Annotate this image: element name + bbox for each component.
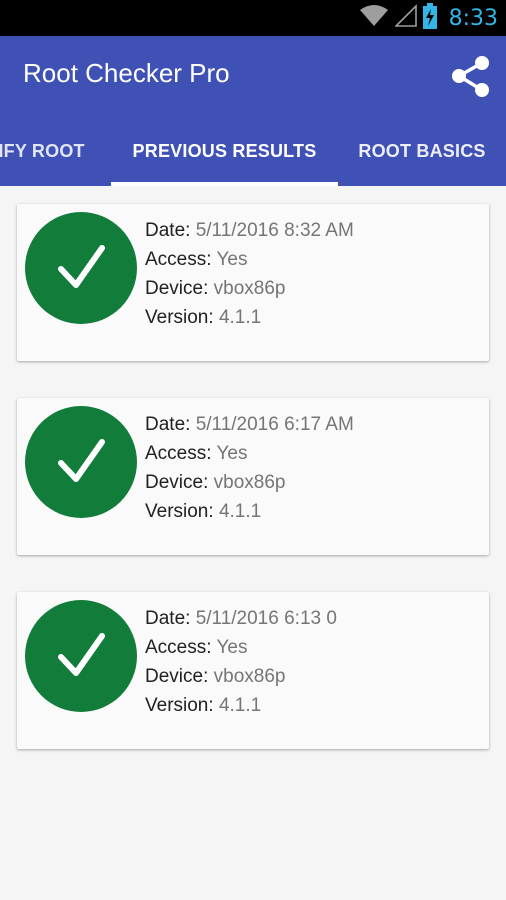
share-button[interactable] [444, 50, 496, 102]
device-label: Device: [145, 666, 209, 687]
clock: 8:33 [448, 5, 498, 31]
checkmark-icon [58, 439, 105, 482]
date-value: 5/11/2016 8:32 AM [195, 220, 354, 241]
device-row: Device: vbox86p [145, 662, 337, 691]
share-icon [452, 56, 489, 97]
result-details: Date: 5/11/2016 8:32 AM Access: Yes Devi… [145, 216, 354, 332]
tab-bar: RIFY ROOT PREVIOUS RESULTS ROOT BASICS [0, 116, 506, 186]
result-details: Date: 5/11/2016 6:13 0 Access: Yes Devic… [145, 604, 337, 720]
date-label: Date: [145, 608, 191, 629]
access-row: Access: Yes [145, 439, 354, 468]
version-value: 4.1.1 [218, 695, 262, 716]
date-value: 5/11/2016 6:17 AM [195, 414, 354, 435]
device-value: vbox86p [213, 278, 286, 299]
date-row: Date: 5/11/2016 6:17 AM [145, 410, 354, 439]
access-label: Access: [145, 637, 212, 658]
device-value: vbox86p [213, 472, 286, 493]
access-label: Access: [145, 249, 212, 270]
status-bar: 8:33 [0, 0, 506, 36]
access-value: Yes [216, 443, 248, 464]
date-label: Date: [145, 414, 191, 435]
date-row: Date: 5/11/2016 6:13 0 [145, 604, 337, 633]
battery-charging-icon [422, 2, 437, 34]
result-card[interactable]: Date: 5/11/2016 6:17 AM Access: Yes Devi… [17, 398, 489, 555]
date-value: 5/11/2016 6:13 0 [195, 608, 337, 629]
access-label: Access: [145, 443, 212, 464]
version-label: Version: [145, 307, 214, 328]
version-value: 4.1.1 [218, 501, 262, 522]
device-row: Device: vbox86p [145, 274, 354, 303]
access-value: Yes [216, 249, 248, 270]
date-label: Date: [145, 220, 191, 241]
device-value: vbox86p [213, 666, 286, 687]
tab-root-basics[interactable]: ROOT BASICS [338, 116, 506, 186]
root-success-badge [25, 212, 137, 324]
version-label: Version: [145, 695, 214, 716]
result-card[interactable]: Date: 5/11/2016 6:13 0 Access: Yes Devic… [17, 592, 489, 749]
checkmark-icon [58, 245, 105, 288]
tab-verify-root[interactable]: RIFY ROOT [0, 116, 110, 186]
result-details: Date: 5/11/2016 6:17 AM Access: Yes Devi… [145, 410, 354, 526]
result-card[interactable]: Date: 5/11/2016 8:32 AM Access: Yes Devi… [17, 204, 489, 361]
device-label: Device: [145, 278, 209, 299]
tab-previous-results[interactable]: PREVIOUS RESULTS [111, 116, 338, 186]
version-value: 4.1.1 [218, 307, 262, 328]
app-title: Root Checker Pro [23, 58, 230, 88]
checkmark-icon [58, 633, 105, 676]
tab-indicator [111, 182, 338, 186]
version-row: Version: 4.1.1 [145, 303, 354, 332]
access-value: Yes [216, 637, 248, 658]
root-success-badge [25, 600, 137, 712]
device-label: Device: [145, 472, 209, 493]
date-row: Date: 5/11/2016 8:32 AM [145, 216, 354, 245]
access-row: Access: Yes [145, 633, 337, 662]
root-success-badge [25, 406, 137, 518]
version-label: Version: [145, 501, 214, 522]
access-row: Access: Yes [145, 245, 354, 274]
version-row: Version: 4.1.1 [145, 497, 354, 526]
app-bar: Root Checker Pro [0, 36, 506, 116]
status-icons: 8:33 [359, 0, 498, 36]
wifi-icon [359, 4, 389, 33]
device-row: Device: vbox86p [145, 468, 354, 497]
signal-icon [393, 3, 417, 33]
version-row: Version: 4.1.1 [145, 691, 337, 720]
